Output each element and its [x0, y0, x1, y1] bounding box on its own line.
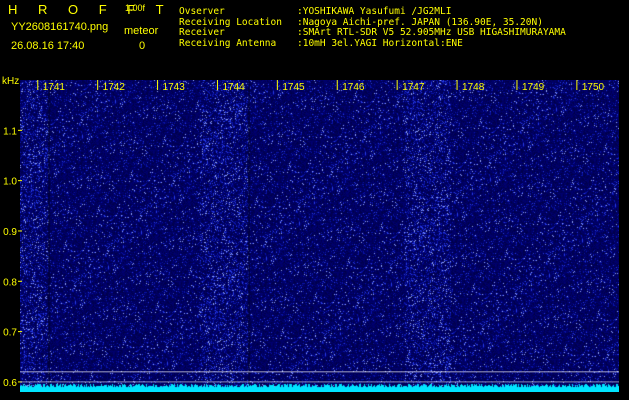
capture-datetime: 26.08.16 17:40	[11, 40, 85, 52]
station-key: Ovserver	[179, 6, 225, 17]
spectrogram-axes: kHz 0.6 0.7 0.8 0.9 1.0 1.1 1741 1742 1743 1744 174…	[2, 76, 619, 389]
station-value: :10mH 3el.YAGI Horizontal:ENE	[297, 37, 463, 49]
x-tick-label: 1750	[582, 82, 605, 93]
x-tick-label: 1743	[163, 82, 186, 93]
meteor-label: meteor	[124, 25, 159, 37]
x-tick-label: 1744	[222, 82, 245, 93]
station-row-antenna: Receiving Antenna :10mH 3el.YAGI Horizont…	[179, 37, 566, 50]
station-value: :YOSHIKAWA Yasufumi /JG2MLI	[297, 6, 452, 17]
station-info: Ovserver :YOSHIKAWA Yasufumi /JG2MLI Rece…	[179, 6, 566, 50]
y-tick-label: 0.8	[3, 277, 17, 288]
station-key: Receiver	[179, 27, 225, 38]
station-key: Receiving Antenna	[179, 37, 277, 49]
x-tick-label: 1742	[103, 82, 126, 93]
header: H R O F F T 1.00f YY2608161740.png meteo…	[0, 0, 629, 72]
spectrogram-panel: kHz 0.6 0.7 0.8 0.9 1.0 1.1 1741 1742 1743 1744 174…	[0, 72, 629, 400]
meteor-count: 0	[139, 40, 146, 52]
y-tick-label: 1.0	[3, 177, 17, 188]
station-value: :SMArt RTL-SDR V5 52.905MHz USB HIGASHIM…	[297, 27, 566, 38]
y-tick-label: 0.7	[3, 328, 17, 339]
app-version: 1.00f	[125, 3, 146, 13]
x-tick-label: 1745	[282, 82, 305, 93]
y-tick-label: 0.9	[3, 227, 17, 238]
y-tick-label: 1.1	[3, 126, 17, 137]
station-value: :Nagoya Aichi-pref. JAPAN (136.90E, 35.2…	[297, 16, 543, 28]
x-tick-label: 1746	[342, 82, 365, 93]
y-axis-label: kHz	[2, 76, 19, 87]
app-brand: H R O F F T	[8, 2, 173, 17]
image-filename: YY2608161740.png	[11, 21, 109, 33]
x-tick-label: 1748	[462, 82, 485, 93]
y-tick-label: 0.6	[3, 378, 17, 389]
x-tick-label: 1747	[402, 82, 425, 93]
x-tick-label: 1749	[522, 82, 545, 93]
x-tick-label: 1741	[43, 82, 66, 93]
